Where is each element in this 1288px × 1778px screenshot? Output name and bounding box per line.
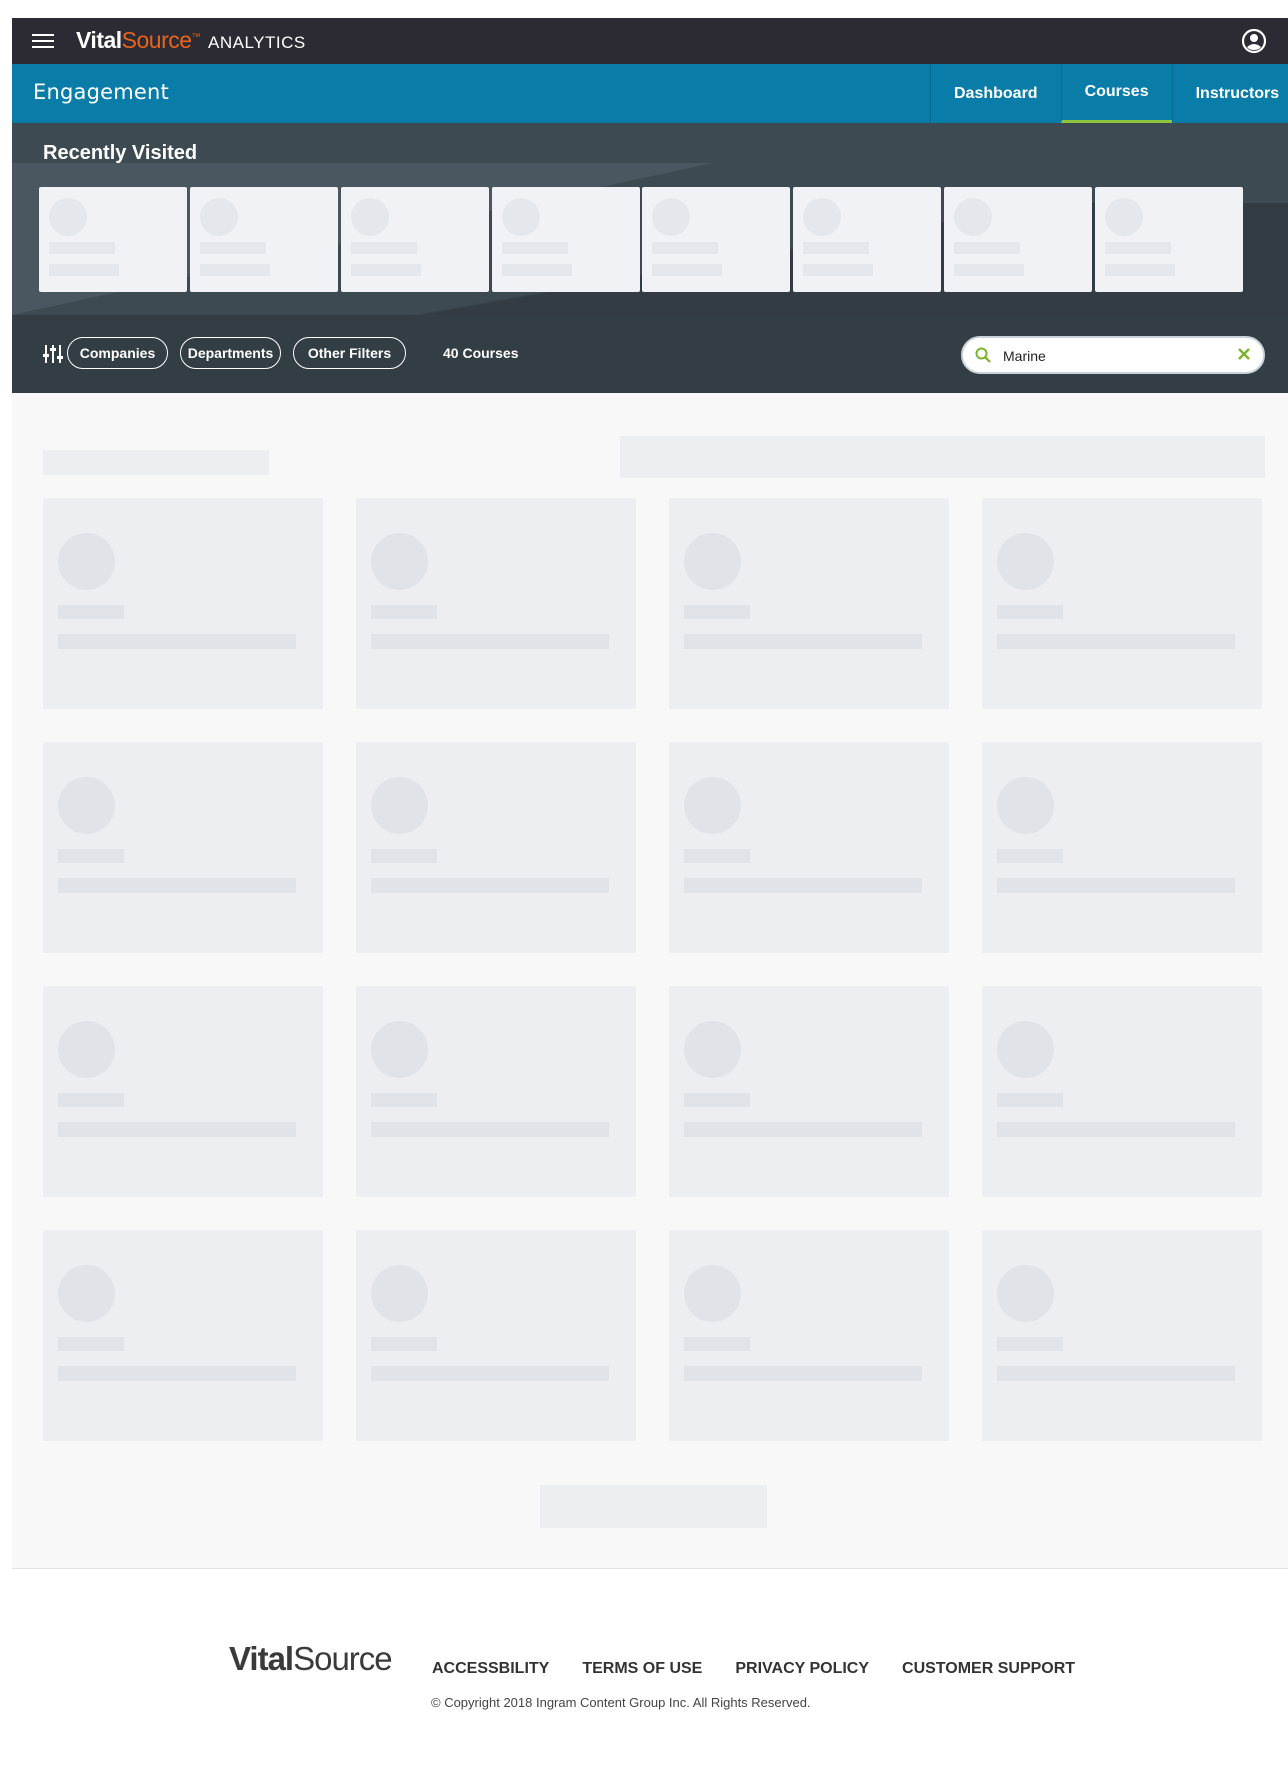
user-account-icon[interactable] xyxy=(1240,27,1268,55)
brand-product: ANALYTICS xyxy=(208,33,306,52)
footer-link-privacy[interactable]: PRIVACY POLICY xyxy=(735,1660,869,1678)
recent-card-placeholder[interactable] xyxy=(793,187,941,292)
search-input[interactable] xyxy=(1001,344,1225,368)
copyright-text: © Copyright 2018 Ingram Content Group In… xyxy=(431,1695,811,1710)
brand-source: Source xyxy=(121,27,192,53)
recently-visited-title: Recently Visited xyxy=(43,142,198,164)
companies-filter-button[interactable]: Companies xyxy=(67,337,168,369)
tab-dashboard[interactable]: Dashboard xyxy=(930,64,1061,123)
recent-card-placeholder[interactable] xyxy=(190,187,338,292)
footer-links: ACCESSBILITY TERMS OF USE PRIVACY POLICY… xyxy=(432,1660,1108,1678)
app-window: VitalSource™ ANALYTICS Engagement Dashboa… xyxy=(12,18,1288,1778)
course-card-placeholder[interactable] xyxy=(669,986,949,1197)
footer-link-support[interactable]: CUSTOMER SUPPORT xyxy=(902,1660,1075,1678)
footer-logo-source: Source xyxy=(293,1640,393,1677)
course-card-placeholder[interactable] xyxy=(982,986,1262,1197)
results-header-placeholder xyxy=(43,450,269,475)
recently-visited-panel: Recently Visited xyxy=(12,123,1288,315)
close-icon[interactable] xyxy=(1235,345,1253,363)
tab-courses[interactable]: Courses xyxy=(1060,64,1172,123)
brand-trademark: ™ xyxy=(191,31,201,42)
footer-logo-vital: Vital xyxy=(229,1640,294,1677)
hamburger-icon[interactable] xyxy=(32,30,54,52)
course-card-placeholder[interactable] xyxy=(669,1230,949,1441)
brand-logo[interactable]: VitalSource™ ANALYTICS xyxy=(76,27,306,54)
nav-tabs: Dashboard Courses Instructors xyxy=(930,64,1288,123)
filter-sliders-icon[interactable] xyxy=(43,344,63,364)
footer-link-accessibility[interactable]: ACCESSBILITY xyxy=(432,1660,549,1678)
course-card-placeholder[interactable] xyxy=(43,742,323,953)
top-bar: VitalSource™ ANALYTICS xyxy=(12,18,1288,64)
course-card-placeholder[interactable] xyxy=(982,742,1262,953)
footer-logo[interactable]: VitalSource xyxy=(229,1640,393,1678)
course-card-placeholder[interactable] xyxy=(982,1230,1262,1441)
recent-card-placeholder[interactable] xyxy=(642,187,790,292)
other-filters-button[interactable]: Other Filters xyxy=(293,337,406,369)
course-card-placeholder[interactable] xyxy=(669,742,949,953)
section-bar: Engagement Dashboard Courses Instructors xyxy=(12,64,1288,123)
course-count: 40 Courses xyxy=(443,345,519,361)
recent-card-placeholder[interactable] xyxy=(1095,187,1243,292)
sort-controls-placeholder xyxy=(620,436,1265,478)
footer-link-terms[interactable]: TERMS OF USE xyxy=(582,1660,702,1678)
tab-instructors[interactable]: Instructors xyxy=(1171,64,1288,123)
course-card-placeholder[interactable] xyxy=(43,986,323,1197)
recent-card-placeholder[interactable] xyxy=(944,187,1092,292)
footer: VitalSource ACCESSBILITY TERMS OF USE PR… xyxy=(12,1568,1288,1778)
filter-bar: Companies Departments Other Filters 40 C… xyxy=(12,315,1288,393)
recent-card-placeholder[interactable] xyxy=(341,187,489,292)
departments-filter-button[interactable]: Departments xyxy=(180,337,281,369)
search-icon xyxy=(975,347,991,363)
course-card-placeholder[interactable] xyxy=(43,498,323,709)
section-title: Engagement xyxy=(33,80,169,104)
course-card-placeholder[interactable] xyxy=(356,1230,636,1441)
course-card-placeholder[interactable] xyxy=(356,742,636,953)
course-card-placeholder[interactable] xyxy=(356,986,636,1197)
load-more-placeholder[interactable] xyxy=(540,1485,767,1528)
search-box xyxy=(961,336,1265,374)
course-card-placeholder[interactable] xyxy=(669,498,949,709)
course-card-placeholder[interactable] xyxy=(43,1230,323,1441)
brand-vital: Vital xyxy=(76,27,122,53)
recent-card-placeholder[interactable] xyxy=(492,187,640,292)
course-card-placeholder[interactable] xyxy=(982,498,1262,709)
course-card-placeholder[interactable] xyxy=(356,498,636,709)
recent-card-placeholder[interactable] xyxy=(39,187,187,292)
